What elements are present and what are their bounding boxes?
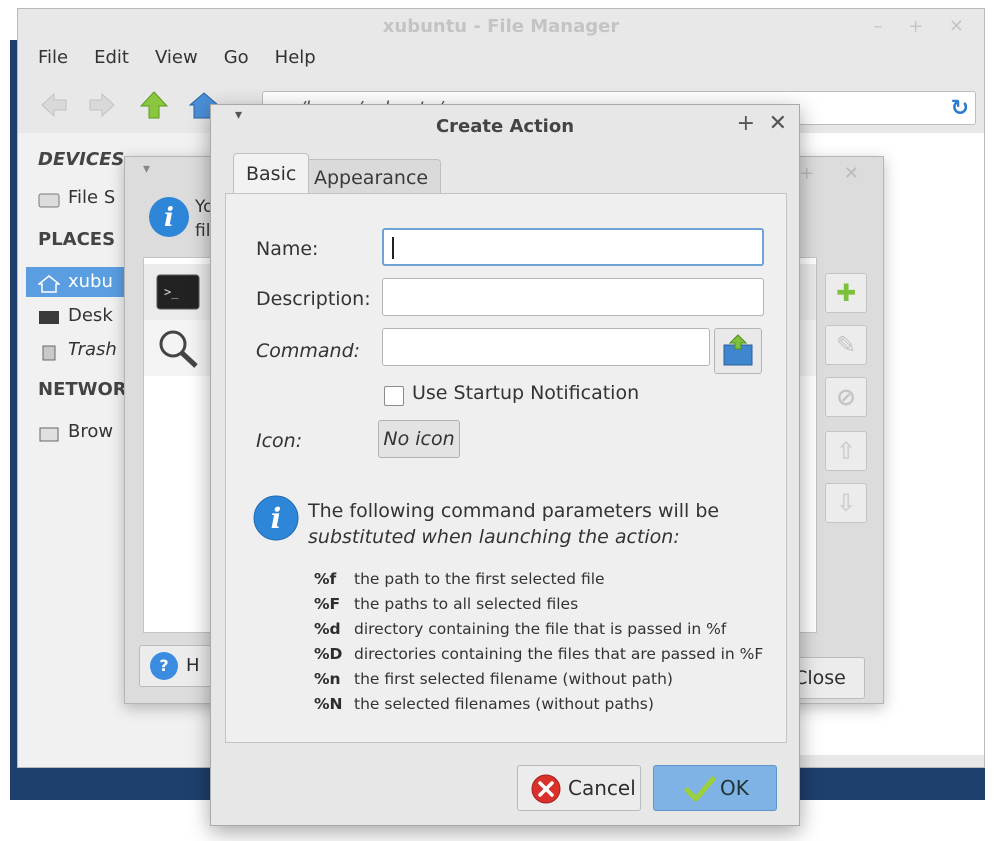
terminal-icon: >_ (156, 274, 200, 310)
info-icon: i (149, 197, 189, 237)
name-label: Name: (256, 238, 319, 260)
cancel-button[interactable]: Cancel (517, 765, 641, 811)
menu-edit[interactable]: Edit (94, 47, 129, 68)
forward-arrow-icon[interactable] (86, 89, 118, 121)
window-title: xubuntu - File Manager (382, 16, 620, 37)
menu-help[interactable]: Help (275, 47, 316, 68)
move-down-icon[interactable]: ⇩ (825, 483, 867, 523)
parameter-code: %d (314, 620, 341, 638)
monitor-icon (38, 307, 60, 325)
help-label: H (186, 655, 200, 676)
cancel-label: Cancel (568, 776, 636, 800)
menu-bar: File Edit View Go Help (38, 47, 316, 68)
command-label: Command: (256, 340, 361, 362)
window-controls[interactable]: + ✕ (799, 163, 871, 184)
ok-button[interactable]: OK (653, 765, 777, 811)
sidebar-item-label: xubu (68, 271, 113, 292)
info-icon: i (253, 495, 299, 541)
description-label: Description: (256, 288, 371, 310)
parameter-code: %D (314, 645, 343, 663)
parameter-code: %f (314, 570, 337, 588)
parameter-text: the paths to all selected files (354, 595, 579, 613)
basic-tab-panel: Name: Description: Command: Use Startup … (225, 193, 787, 743)
svg-text:>_: >_ (164, 285, 179, 299)
parameter-text: directory containing the file that is pa… (354, 620, 727, 638)
checkmark-icon (684, 776, 716, 802)
startup-notification-label[interactable]: Use Startup Notification (412, 382, 639, 404)
sidebar-item-label: Brow (68, 421, 114, 442)
parameter-text: the path to the first selected file (354, 570, 605, 588)
command-field[interactable] (382, 328, 710, 366)
icon-chooser-button[interactable]: No icon (378, 420, 460, 458)
dialog-title: Create Action (435, 116, 575, 137)
drive-icon (38, 189, 60, 208)
menu-view[interactable]: View (155, 47, 198, 68)
window-menu-icon[interactable]: ▾ (143, 161, 150, 177)
menu-file[interactable]: File (38, 47, 68, 68)
parameter-text: directories containing the files that ar… (354, 645, 764, 663)
close-icon[interactable]: ✕ (769, 111, 787, 136)
cancel-icon (531, 774, 561, 804)
up-arrow-icon[interactable] (138, 89, 170, 121)
parameter-code: %N (314, 695, 343, 713)
back-arrow-icon[interactable] (38, 89, 70, 121)
icon-label: Icon: (256, 430, 303, 452)
sidebar-item-label: Trash (68, 339, 117, 360)
tab-appearance-conditions[interactable]: Appearance Conditions (301, 159, 442, 225)
edit-pencil-icon[interactable]: ✎ (825, 325, 867, 365)
help-icon: ? (150, 652, 178, 680)
tab-basic[interactable]: Basic (233, 153, 310, 193)
svg-text:i: i (164, 203, 174, 233)
move-up-icon[interactable]: ⇧ (825, 431, 867, 471)
trash-icon (38, 341, 60, 361)
name-field[interactable] (382, 228, 764, 266)
network-folder-icon (38, 423, 60, 442)
sidebar-item-label: Desk (68, 305, 113, 326)
parameter-code: %F (314, 595, 341, 613)
add-icon[interactable]: ✚ (825, 273, 867, 313)
parameter-code: %n (314, 670, 341, 688)
delete-icon[interactable]: ⊘ (825, 377, 867, 417)
svg-text:i: i (271, 502, 282, 535)
info-line-1: The following command parameters will be (308, 500, 720, 522)
info-line-2: substituted when launching the action: (308, 526, 680, 548)
parameter-text: the first selected filename (without pat… (354, 670, 673, 688)
menu-go[interactable]: Go (224, 47, 249, 68)
parameters-info: The following command parameters will be… (308, 498, 719, 550)
reload-icon[interactable]: ↻ (951, 92, 969, 126)
create-action-dialog: ▾ Create Action + ✕ Basic Appearance Con… (210, 104, 800, 826)
browse-command-button[interactable] (714, 328, 762, 374)
maximize-icon[interactable]: + (737, 111, 755, 136)
magnifier-icon (159, 330, 198, 368)
window-controls[interactable]: – + ✕ (873, 9, 974, 45)
description-field[interactable] (382, 278, 764, 316)
startup-notification-checkbox[interactable] (384, 386, 404, 406)
sidebar-item-label: File S (68, 187, 116, 208)
home-folder-icon (36, 273, 62, 293)
places-heading: PLACES (38, 229, 116, 250)
parameter-text: the selected filenames (without paths) (354, 695, 654, 713)
ok-label: OK (720, 776, 749, 800)
text-cursor (392, 237, 394, 259)
open-folder-icon (723, 334, 753, 366)
devices-heading: DEVICES (38, 149, 125, 170)
